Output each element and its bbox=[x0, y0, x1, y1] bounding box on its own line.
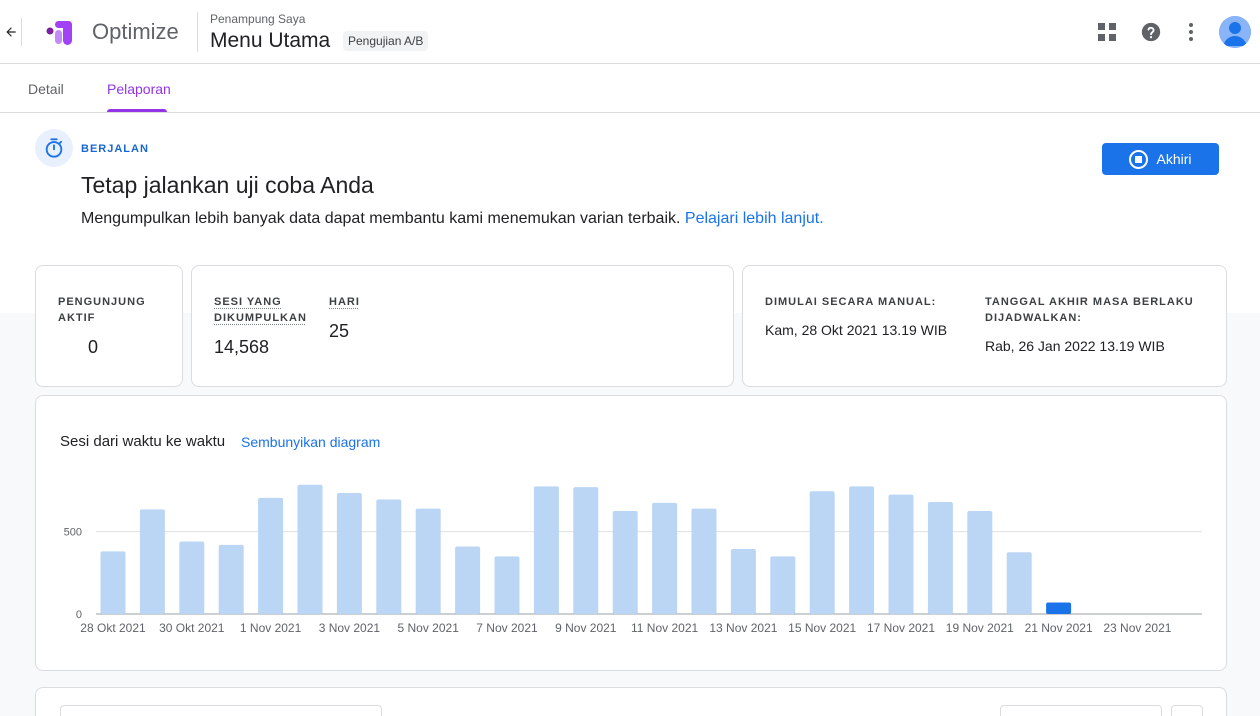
status-title: Tetap jalankan uji coba Anda bbox=[81, 172, 374, 199]
sessions-value: 14,568 bbox=[214, 337, 269, 358]
y-tick-label: 0 bbox=[76, 609, 82, 621]
chart-bar[interactable] bbox=[416, 509, 441, 614]
x-tick-label: 28 Okt 2021 bbox=[80, 621, 146, 635]
chart-bar[interactable] bbox=[101, 551, 126, 614]
chart-bar[interactable] bbox=[928, 502, 953, 614]
app-header: Optimize Penampung Saya Menu Utama Pengu… bbox=[0, 0, 1260, 64]
y-tick-label: 500 bbox=[64, 527, 82, 539]
chart-bar[interactable] bbox=[298, 485, 323, 614]
sessions-card: SESI YANG DIKUMPULKAN 14,568 HARI 25 bbox=[191, 265, 734, 387]
x-tick-label: 5 Nov 2021 bbox=[398, 621, 460, 635]
optimize-logo-icon bbox=[45, 18, 75, 48]
x-tick-label: 17 Nov 2021 bbox=[867, 621, 935, 635]
chart-bar[interactable] bbox=[849, 486, 874, 614]
status-label: BERJALAN bbox=[81, 143, 149, 155]
help-icon[interactable] bbox=[1139, 20, 1163, 44]
x-tick-label: 21 Nov 2021 bbox=[1025, 621, 1093, 635]
x-tick-label: 19 Nov 2021 bbox=[946, 621, 1014, 635]
chart-bar[interactable] bbox=[495, 556, 520, 614]
x-tick-label: 15 Nov 2021 bbox=[788, 621, 856, 635]
active-visitors-label: PENGUNJUNG AKTIF bbox=[58, 294, 146, 326]
sessions-chart-card: Sesi dari waktu ke waktu Sembunyikan dia… bbox=[35, 395, 1227, 671]
options-button[interactable] bbox=[1171, 705, 1203, 716]
chart-bar[interactable] bbox=[652, 503, 677, 614]
x-tick-label: 7 Nov 2021 bbox=[476, 621, 538, 635]
select-dropdown[interactable] bbox=[60, 705, 382, 716]
x-tick-label: 13 Nov 2021 bbox=[709, 621, 777, 635]
experience-title: Menu Utama bbox=[210, 29, 330, 53]
end-experiment-button[interactable]: Akhiri bbox=[1102, 143, 1219, 175]
x-tick-label: 3 Nov 2021 bbox=[319, 621, 381, 635]
timer-icon bbox=[35, 129, 73, 167]
next-section-card bbox=[35, 687, 1227, 716]
chart-bar[interactable] bbox=[770, 556, 795, 614]
filter-dropdown[interactable] bbox=[1000, 705, 1162, 716]
start-date: Kam, 28 Okt 2021 13.19 WIB bbox=[765, 322, 947, 338]
chart-bar[interactable] bbox=[692, 509, 717, 614]
chart-bar[interactable] bbox=[573, 487, 598, 614]
apps-grid-icon[interactable] bbox=[1095, 20, 1119, 44]
x-tick-label: 1 Nov 2021 bbox=[240, 621, 302, 635]
chart-bar[interactable] bbox=[258, 498, 283, 614]
chart-bar[interactable] bbox=[613, 511, 638, 614]
start-label: DIMULAI SECARA MANUAL: bbox=[765, 294, 936, 310]
x-tick-label: 30 Okt 2021 bbox=[159, 621, 225, 635]
header-divider bbox=[197, 12, 198, 52]
status-description: Mengumpulkan lebih banyak data dapat mem… bbox=[81, 210, 824, 228]
x-tick-label: 11 Nov 2021 bbox=[631, 621, 698, 635]
chart-bar[interactable] bbox=[967, 511, 992, 614]
end-label: TANGGAL AKHIR MASA BERLAKU DIJADWALKAN: bbox=[985, 294, 1194, 326]
app-name: Optimize bbox=[92, 19, 179, 45]
status-description-text: Mengumpulkan lebih banyak data dapat mem… bbox=[81, 210, 680, 227]
active-visitors-value: 0 bbox=[88, 337, 98, 358]
chart-bar[interactable] bbox=[731, 549, 756, 614]
chart-bar[interactable] bbox=[889, 495, 914, 614]
chart-bar[interactable] bbox=[140, 509, 165, 614]
active-visitors-card: PENGUNJUNG AKTIF 0 bbox=[35, 265, 183, 387]
tab-reporting[interactable]: Pelaporan bbox=[107, 81, 171, 97]
chart-bar[interactable] bbox=[179, 542, 204, 614]
x-tick-label: 9 Nov 2021 bbox=[555, 621, 617, 635]
x-tick-label: 23 Nov 2021 bbox=[1103, 621, 1171, 635]
more-vert-icon[interactable] bbox=[1179, 20, 1203, 44]
chart-bar[interactable] bbox=[455, 546, 480, 614]
avatar[interactable] bbox=[1219, 16, 1251, 48]
days-label[interactable]: HARI bbox=[329, 294, 360, 310]
active-tab-indicator bbox=[107, 109, 167, 112]
back-arrow-icon[interactable] bbox=[0, 18, 22, 46]
days-value: 25 bbox=[329, 321, 349, 342]
tab-bar: Detail Pelaporan bbox=[0, 64, 1260, 113]
end-date: Rab, 26 Jan 2022 13.19 WIB bbox=[985, 338, 1165, 354]
sessions-bar-chart: 0 500 28 Okt 2021 30 Okt 2021 1 Nov 2021 3 No… bbox=[36, 396, 1226, 670]
chart-bar[interactable] bbox=[376, 500, 401, 614]
chart-bar[interactable] bbox=[219, 545, 244, 614]
tab-detail[interactable]: Detail bbox=[28, 81, 64, 97]
schedule-card: DIMULAI SECARA MANUAL: Kam, 28 Okt 2021 … bbox=[742, 265, 1227, 387]
learn-more-link[interactable]: Pelajari lebih lanjut. bbox=[685, 210, 824, 227]
chart-bar[interactable] bbox=[337, 493, 362, 614]
container-name[interactable]: Penampung Saya bbox=[210, 12, 305, 26]
chart-bar[interactable] bbox=[1007, 552, 1032, 614]
sessions-label[interactable]: SESI YANG DIKUMPULKAN bbox=[214, 294, 307, 326]
chart-bar[interactable] bbox=[534, 486, 559, 614]
experience-type-chip: Pengujian A/B bbox=[343, 31, 428, 51]
stop-icon bbox=[1129, 150, 1148, 169]
chart-bar[interactable] bbox=[810, 491, 835, 614]
chart-bar[interactable] bbox=[1046, 602, 1071, 614]
end-button-label: Akhiri bbox=[1156, 151, 1191, 167]
